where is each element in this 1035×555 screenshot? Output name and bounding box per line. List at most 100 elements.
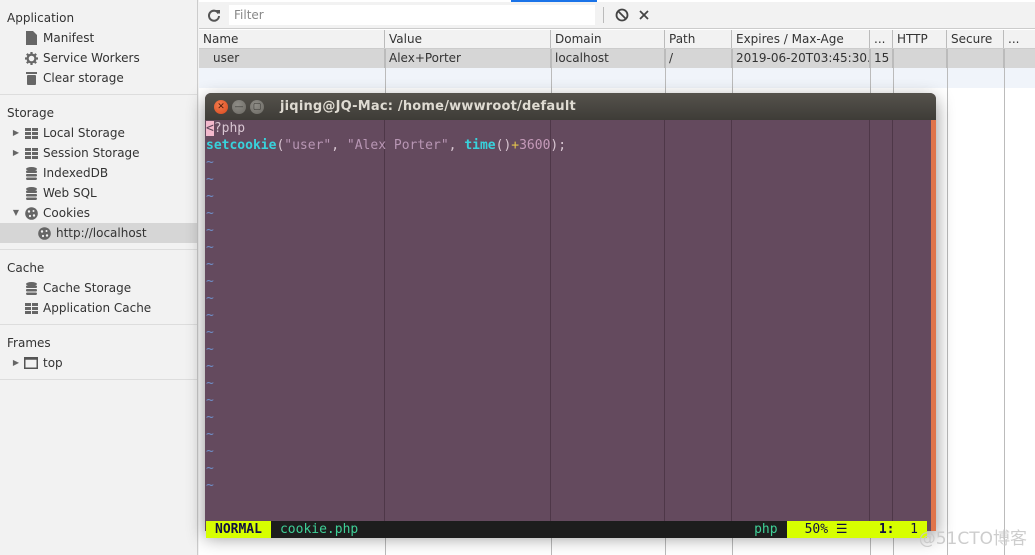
sidebar-item-label: IndexedDB — [43, 166, 109, 180]
empty-line-marker: ~ — [206, 325, 214, 340]
trash-icon — [24, 71, 38, 85]
column-header-http[interactable]: HTTP — [893, 30, 947, 48]
sidebar-item-manifest[interactable]: Manifest — [0, 28, 197, 48]
vim-position: 50% ☰ 1: 1 — [786, 521, 927, 538]
column-header-more[interactable]: ... — [1004, 30, 1035, 48]
operator: + — [511, 138, 520, 153]
cell-size: 15 — [870, 49, 893, 68]
separator: , — [448, 138, 465, 153]
empty-line-marker: ~ — [206, 155, 214, 170]
vim-filetype: php — [754, 522, 778, 537]
paren: ); — [550, 138, 567, 153]
empty-line-marker: ~ — [206, 291, 214, 306]
sidebar-item-application-cache[interactable]: Application Cache — [0, 298, 197, 318]
gear-icon — [24, 51, 38, 65]
sidebar-item-label: http://localhost — [56, 226, 147, 240]
string-literal: "Alex Porter" — [346, 138, 449, 153]
sidebar-item-session-storage[interactable]: ▶ Session Storage — [0, 143, 197, 163]
table-row[interactable]: user Alex+Porter localhost / 2019-06-20T… — [199, 49, 1035, 68]
empty-row — [199, 68, 1035, 88]
sidebar-item-http-localhost[interactable]: http://localhost — [0, 223, 197, 243]
sidebar-item-local-storage[interactable]: ▶ Local Storage — [0, 123, 197, 143]
toolbar-divider — [603, 7, 604, 23]
delete-selected-button[interactable] — [633, 4, 655, 26]
column-header-value[interactable]: Value — [385, 30, 551, 48]
terminal-window: ✕ — ▢ jiqing@JQ-Mac: /home/wwwroot/defau… — [205, 93, 936, 538]
empty-line-marker: ~ — [206, 461, 214, 476]
cell-value: Alex+Porter — [385, 49, 551, 68]
sidebar-section-title: Frames — [7, 336, 51, 350]
column-header-size[interactable]: ... — [870, 30, 893, 48]
sidebar-item-label: Session Storage — [43, 146, 140, 160]
window-maximize-button[interactable]: ▢ — [250, 99, 264, 114]
sidebar-item-label: Cookies — [43, 206, 90, 220]
database-icon — [24, 186, 38, 200]
expand-right-icon[interactable]: ▶ — [11, 123, 21, 143]
column-header-expires[interactable]: Expires / Max-Age — [732, 30, 870, 48]
minimize-icon: — — [234, 101, 244, 112]
column-header-domain[interactable]: Domain — [551, 30, 665, 48]
maximize-icon: ▢ — [252, 101, 262, 112]
table-header: Name Value Domain Path Expires / Max-Age… — [199, 30, 1035, 49]
sidebar-item-clear-storage[interactable]: Clear storage — [0, 68, 197, 88]
empty-line-marker: ~ — [206, 223, 214, 238]
expand-right-icon[interactable]: ▶ — [11, 143, 21, 163]
code-line-2: setcookie("user", "Alex Porter", time()+… — [205, 137, 931, 154]
window-minimize-button[interactable]: — — [232, 99, 246, 114]
sidebar-section-storage: Storage ▶ Local Storage ▶ Session Storage Ind… — [0, 95, 197, 250]
expand-down-icon[interactable]: ▼ — [11, 203, 21, 223]
function-name: time — [464, 138, 496, 153]
clear-all-button[interactable] — [611, 4, 633, 26]
column-header-path[interactable]: Path — [665, 30, 732, 48]
empty-line-marker: ~ — [206, 342, 214, 357]
vim-mode: NORMAL — [206, 521, 271, 538]
sidebar-item-cookies[interactable]: ▼ Cookies — [0, 203, 197, 223]
terminal-scrollbar[interactable] — [931, 120, 936, 531]
sidebar-section-title: Storage — [7, 106, 54, 120]
empty-line-marker: ~ — [206, 410, 214, 425]
cell-http — [893, 49, 947, 68]
window-close-button[interactable]: ✕ — [214, 99, 228, 114]
vim-editor[interactable]: <?php setcookie("user", "Alex Porter", t… — [205, 120, 931, 538]
empty-line-marker: ~ — [206, 444, 214, 459]
sidebar-item-service-workers[interactable]: Service Workers — [0, 48, 197, 68]
cell-name: user — [199, 49, 385, 68]
number-literal: 3600 — [519, 138, 551, 153]
empty-line-marker: ~ — [206, 240, 214, 255]
cell-secure — [947, 49, 1004, 68]
sidebar-item-top[interactable]: ▶ top — [0, 353, 197, 373]
cell-path: / — [665, 49, 732, 68]
sidebar-item-label: Manifest — [43, 31, 95, 45]
grid-icon — [24, 126, 38, 140]
sidebar: Application Manifest Service Workers Clear … — [0, 0, 198, 555]
column-header-secure[interactable]: Secure — [947, 30, 1004, 48]
function-name: setcookie — [206, 138, 277, 153]
close-icon — [639, 10, 649, 20]
refresh-button[interactable] — [203, 4, 225, 26]
separator: , — [331, 138, 347, 153]
sidebar-item-label: Clear storage — [43, 71, 124, 85]
terminal-titlebar[interactable]: ✕ — ▢ jiqing@JQ-Mac: /home/wwwroot/defau… — [205, 93, 936, 120]
sidebar-section-cache: Cache Cache Storage Application Cache — [0, 250, 197, 325]
sidebar-item-indexeddb[interactable]: IndexedDB — [0, 163, 197, 183]
refresh-icon — [208, 9, 220, 22]
sidebar-section-application: Application Manifest Service Workers Clear … — [0, 0, 197, 95]
cell-expires: 2019-06-20T03:45:30... — [732, 49, 870, 68]
text-cursor: < — [206, 121, 214, 136]
vim-filename: cookie.php — [279, 522, 359, 537]
watermark: @51CTO博客 — [918, 529, 1027, 549]
empty-line-marker: ~ — [206, 308, 214, 323]
cookie-icon — [24, 206, 38, 220]
sidebar-item-label: Application Cache — [43, 301, 152, 315]
column-header-name[interactable]: Name — [199, 30, 385, 48]
sidebar-item-web-sql[interactable]: Web SQL — [0, 183, 197, 203]
sidebar-item-label: Cache Storage — [43, 281, 132, 295]
expand-right-icon[interactable]: ▶ — [11, 353, 21, 373]
vim-column: 1 — [910, 522, 918, 537]
code-line-1: <?php — [205, 120, 931, 137]
sidebar-item-label: top — [43, 356, 63, 370]
lines-icon: ☰ — [835, 522, 848, 537]
filter-input[interactable] — [229, 5, 595, 25]
sidebar-item-cache-storage[interactable]: Cache Storage — [0, 278, 197, 298]
sidebar-item-label: Local Storage — [43, 126, 125, 140]
